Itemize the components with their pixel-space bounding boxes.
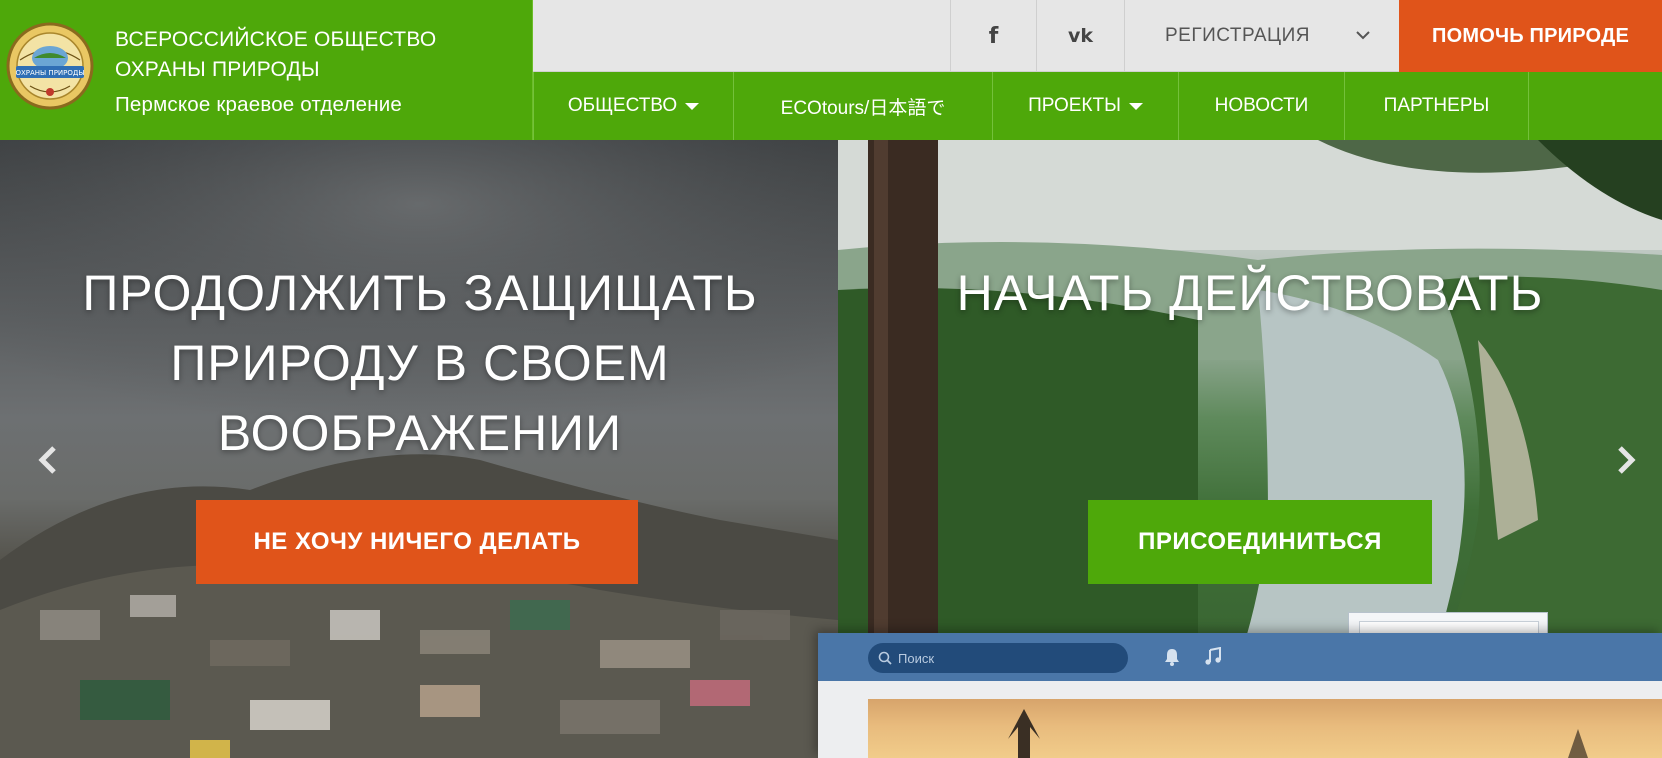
join-button[interactable]: ПРИСОЕДИНИТЬСЯ (1088, 500, 1432, 584)
caret-down-icon (1128, 102, 1143, 110)
hero-right-title: НАЧАТЬ ДЕЙСТВОВАТЬ (956, 265, 1544, 321)
nav-item-label: ПРОЕКТЫ (1028, 95, 1121, 116)
nav-item-label: НОВОСТИ (1214, 95, 1309, 116)
caret-down-icon (685, 102, 700, 110)
nav-item-projects[interactable]: ПРОЕКТЫ (993, 72, 1179, 140)
search-icon (878, 651, 892, 665)
hero-slide-landfill: ПРОДОЛЖИТЬ ЗАЩИЩАТЬ ПРИРОДУ В СВОЕМ ВООБ… (0, 140, 838, 758)
music-icon[interactable] (1203, 647, 1223, 667)
carousel-next-arrow-icon[interactable] (1610, 440, 1640, 480)
nav-item-label: ОБЩЕСТВО (567, 95, 678, 116)
nav-item-partners[interactable]: ПАРТНЕРЫ (1345, 72, 1529, 140)
carousel-prev-arrow-icon[interactable] (34, 440, 64, 480)
facebook-icon[interactable]: f (950, 0, 1036, 72)
nav-item-label: ECOtours/日本語で (780, 97, 946, 119)
vk-overlay-window: Поиск (818, 633, 1662, 758)
chevron-down-icon (1356, 31, 1370, 40)
top-utility-bar: f vk РЕГИСТРАЦИЯ ПОМОЧЬ ПРИРОДЕ (533, 0, 1662, 72)
sunset-tree-image (1008, 709, 1588, 758)
nav-item-ecotours[interactable]: ECOtours/日本語で (734, 72, 993, 140)
help-nature-button[interactable]: ПОМОЧЬ ПРИРОДЕ (1399, 0, 1662, 72)
vop-emblem-logo[interactable]: ОХРАНЫ ПРИРОДЫ (6, 20, 94, 112)
vk-search-input[interactable]: Поиск (868, 643, 1128, 673)
do-nothing-button[interactable]: НЕ ХОЧУ НИЧЕГО ДЕЛАТЬ (196, 500, 638, 584)
hero-left-title: ПРОДОЛЖИТЬ ЗАЩИЩАТЬ ПРИРОДУ В СВОЕМ ВООБ… (82, 265, 758, 461)
vk-header-bar: Поиск (818, 633, 1662, 681)
main-nav: ОБЩЕСТВО ECOtours/日本語で ПРОЕКТЫ НОВОСТИ П… (533, 72, 1662, 140)
register-label: РЕГИСТРАЦИЯ (1165, 25, 1310, 46)
nav-item-news[interactable]: НОВОСТИ (1179, 72, 1345, 140)
svg-text:ОХРАНЫ ПРИРОДЫ: ОХРАНЫ ПРИРОДЫ (15, 69, 84, 77)
register-dropdown[interactable]: РЕГИСТРАЦИЯ (1124, 0, 1396, 72)
org-branch-name: Пермское краевое отделение (115, 93, 402, 116)
bell-icon[interactable] (1162, 647, 1182, 667)
nav-item-label: ПАРТНЕРЫ (1383, 95, 1490, 116)
vk-cover-photo (868, 699, 1662, 758)
brand-block[interactable]: ОХРАНЫ ПРИРОДЫ ВСЕРОССИЙСКОЕ ОБЩЕСТВО ОХ… (0, 0, 533, 140)
vk-search-placeholder: Поиск (898, 650, 935, 666)
org-name-line2: ОХРАНЫ ПРИРОДЫ (115, 58, 320, 81)
vk-icon[interactable]: vk (1036, 0, 1124, 72)
org-name-line1: ВСЕРОССИЙСКОЕ ОБЩЕСТВО (115, 28, 437, 51)
nav-item-society[interactable]: ОБЩЕСТВО (533, 72, 734, 140)
